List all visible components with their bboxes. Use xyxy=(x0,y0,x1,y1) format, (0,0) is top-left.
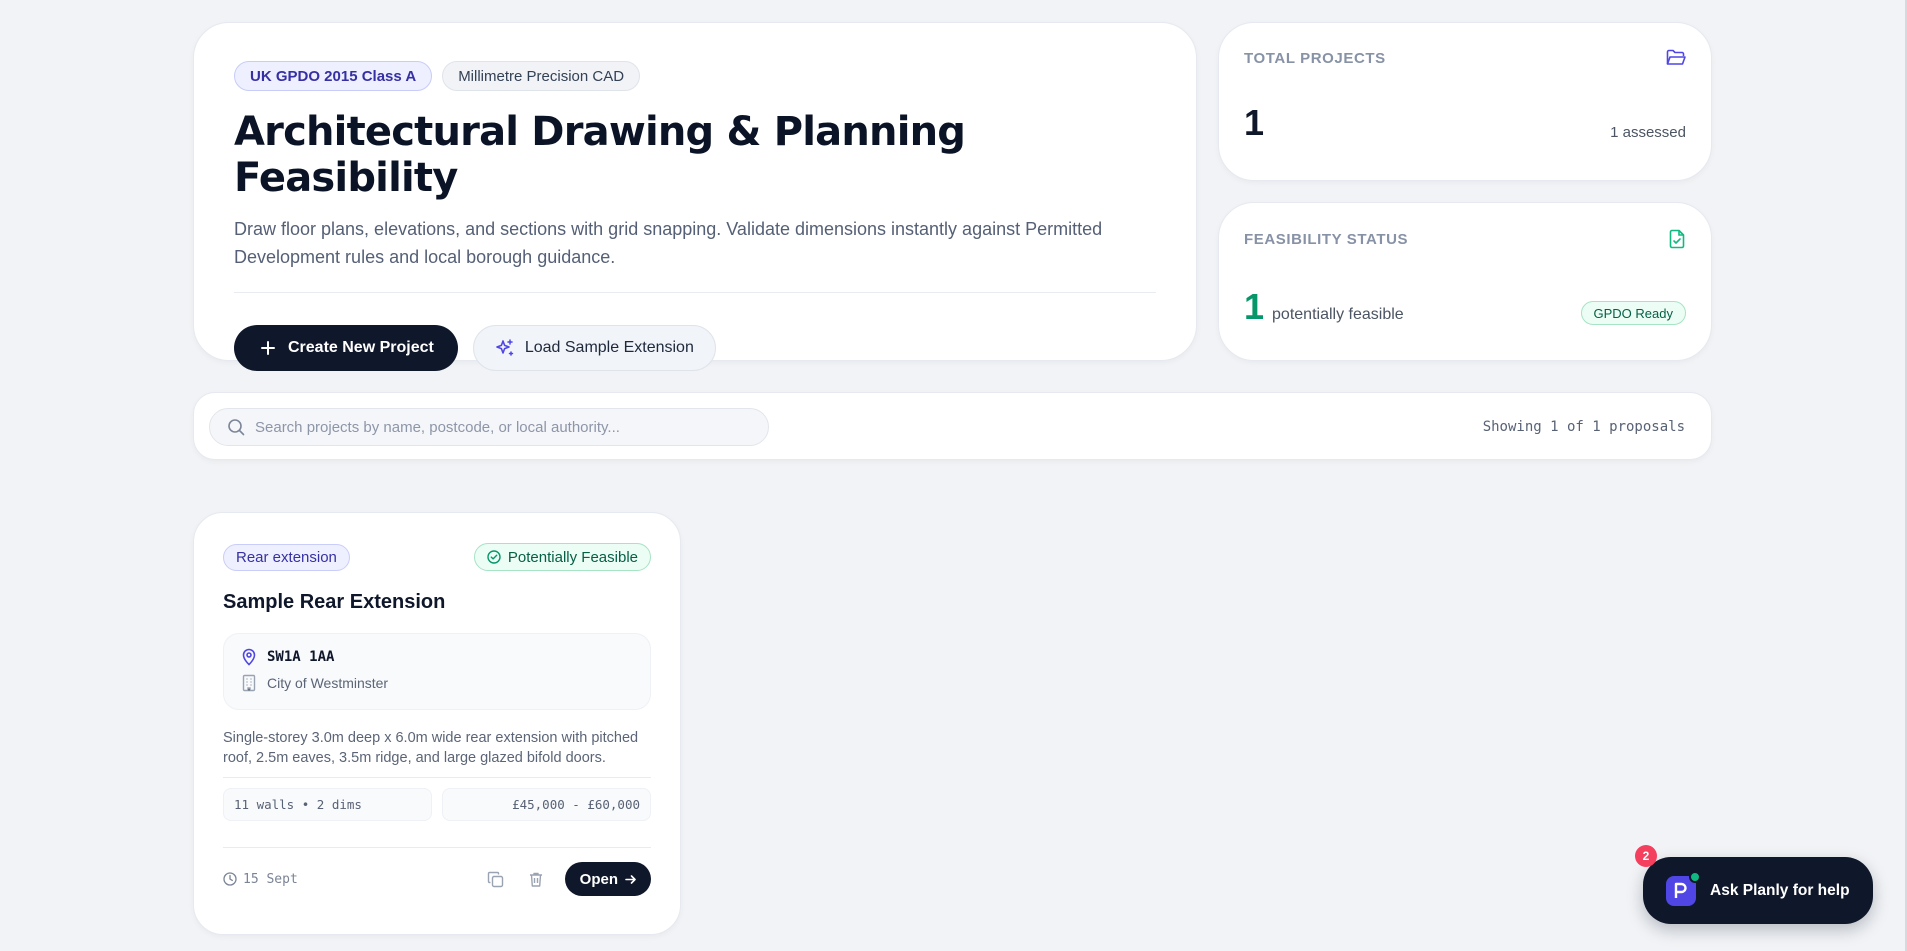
hero-divider xyxy=(234,292,1156,293)
planly-logo-icon xyxy=(1666,870,1701,906)
open-project-button[interactable]: Open xyxy=(564,862,651,896)
building-icon xyxy=(242,674,256,692)
total-projects-label: TOTAL PROJECTS xyxy=(1244,49,1386,67)
load-sample-label: Load Sample Extension xyxy=(524,339,694,356)
sparkles-icon xyxy=(496,339,514,356)
project-date-label: 15 Sept xyxy=(243,871,298,887)
project-authority: City of Westminster xyxy=(267,675,389,691)
hero-tags: UK GPDO 2015 Class A Millimetre Precisio… xyxy=(234,61,1156,91)
feasibility-status-card: FEASIBILITY STATUS 1 potentially feasibl… xyxy=(1218,202,1712,361)
online-status-dot xyxy=(1689,870,1701,883)
notification-badge: 2 xyxy=(1635,845,1657,867)
load-sample-button[interactable]: Load Sample Extension xyxy=(472,325,716,371)
total-projects-card: TOTAL PROJECTS 1 1 assessed xyxy=(1218,22,1712,181)
delete-button[interactable] xyxy=(525,868,547,890)
feasibility-status-label: FEASIBILITY STATUS xyxy=(1244,230,1409,248)
walls-dims-stat: 11 walls • 2 dims xyxy=(223,788,432,821)
duplicate-button[interactable] xyxy=(485,868,507,890)
search-bar-card: Search projects by name, postcode, or lo… xyxy=(193,392,1712,460)
project-date: 15 Sept xyxy=(223,872,298,887)
search-placeholder: Search projects by name, postcode, or lo… xyxy=(255,418,620,436)
arrow-right-icon xyxy=(625,874,636,884)
project-divider xyxy=(223,777,651,778)
page-title: Architectural Drawing & Planning Feasibi… xyxy=(234,109,966,201)
project-title: Sample Rear Extension xyxy=(223,591,446,613)
copy-icon xyxy=(487,871,504,887)
results-count: Showing 1 of 1 proposals xyxy=(1482,419,1685,435)
open-label: Open xyxy=(579,870,618,888)
create-new-project-label: Create New Project xyxy=(288,339,434,356)
gpdo-ready-badge: GPDO Ready xyxy=(1580,301,1686,325)
feasible-count: 1 xyxy=(1244,286,1265,327)
feasibility-badge: Potentially Feasible xyxy=(473,543,651,571)
cost-estimate: £45,000 - £60,000 xyxy=(442,788,651,821)
search-input[interactable]: Search projects by name, postcode, or lo… xyxy=(209,408,769,446)
location-box: SW1A 1AA City of Westminster xyxy=(223,633,651,710)
project-card[interactable]: Rear extension Potentially Feasible Samp… xyxy=(193,512,681,935)
total-projects-value: 1 xyxy=(1244,102,1265,143)
clock-icon xyxy=(223,872,237,886)
hero-actions: Create New Project Load Sample Extension xyxy=(234,325,1156,371)
help-label: Ask Planly for help xyxy=(1710,881,1850,899)
search-icon xyxy=(228,419,245,436)
help-chat-button[interactable]: Ask Planly for help xyxy=(1643,857,1873,924)
assessed-count: 1 assessed xyxy=(1610,124,1686,141)
page-description: Draw floor plans, elevations, and sectio… xyxy=(234,219,1103,267)
folder-open-icon xyxy=(1666,49,1686,65)
file-check-icon xyxy=(1669,229,1685,249)
project-postcode: SW1A 1AA xyxy=(267,649,335,665)
create-new-project-button[interactable]: Create New Project xyxy=(234,325,458,371)
trash-icon xyxy=(529,872,542,887)
project-footer-divider xyxy=(223,847,651,848)
hero-card: UK GPDO 2015 Class A Millimetre Precisio… xyxy=(193,22,1197,371)
gpdo-class-pill: UK GPDO 2015 Class A xyxy=(234,61,433,91)
plus-icon xyxy=(261,341,275,355)
feasible-text: potentially feasible xyxy=(1272,306,1404,323)
project-type-tag: Rear extension xyxy=(223,543,350,571)
map-pin-icon xyxy=(242,648,256,666)
feasibility-badge-label: Potentially Feasible xyxy=(507,548,638,566)
cad-precision-pill: Millimetre Precision CAD xyxy=(442,61,641,91)
project-description: Single-storey 3.0m deep x 6.0m wide rear… xyxy=(223,730,639,766)
check-circle-icon xyxy=(487,550,501,564)
